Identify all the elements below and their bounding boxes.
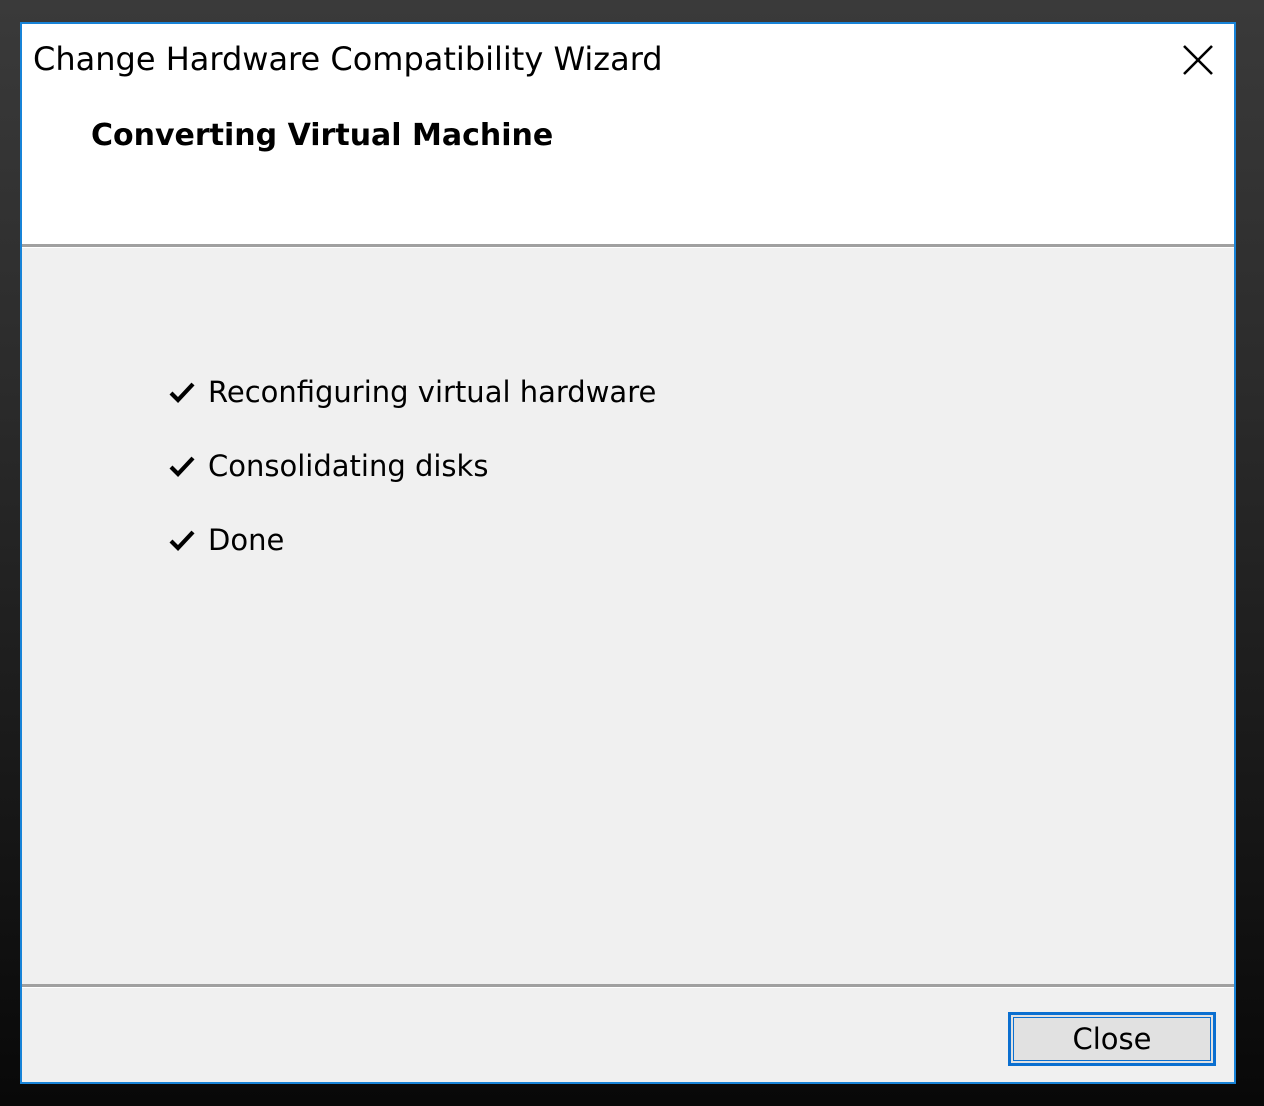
close-icon: [1183, 45, 1213, 75]
close-button[interactable]: Close: [1008, 1012, 1216, 1066]
step-label: Done: [208, 523, 285, 557]
step-label: Consolidating disks: [208, 449, 489, 483]
title-bar[interactable]: Change Hardware Compatibility Wizard: [22, 24, 1234, 96]
step-item: Reconfiguring virtual hardware: [168, 372, 656, 412]
progress-steps: Reconfiguring virtual hardware Consolida…: [168, 372, 656, 594]
wizard-body: Reconfiguring virtual hardware Consolida…: [22, 248, 1234, 984]
step-item: Done: [168, 520, 656, 560]
wizard-footer: Close: [22, 988, 1234, 1082]
checkmark-icon: [169, 456, 195, 478]
checkmark-icon: [169, 530, 195, 552]
window-close-button[interactable]: [1170, 32, 1226, 88]
checkmark-icon: [169, 382, 195, 404]
window-title: Change Hardware Compatibility Wizard: [33, 40, 663, 78]
page-title: Converting Virtual Machine: [91, 118, 554, 153]
wizard-header: Converting Virtual Machine: [22, 96, 1234, 244]
step-item: Consolidating disks: [168, 446, 656, 486]
wizard-dialog: Change Hardware Compatibility Wizard Con…: [20, 22, 1236, 1084]
step-label: Reconfiguring virtual hardware: [208, 375, 657, 409]
